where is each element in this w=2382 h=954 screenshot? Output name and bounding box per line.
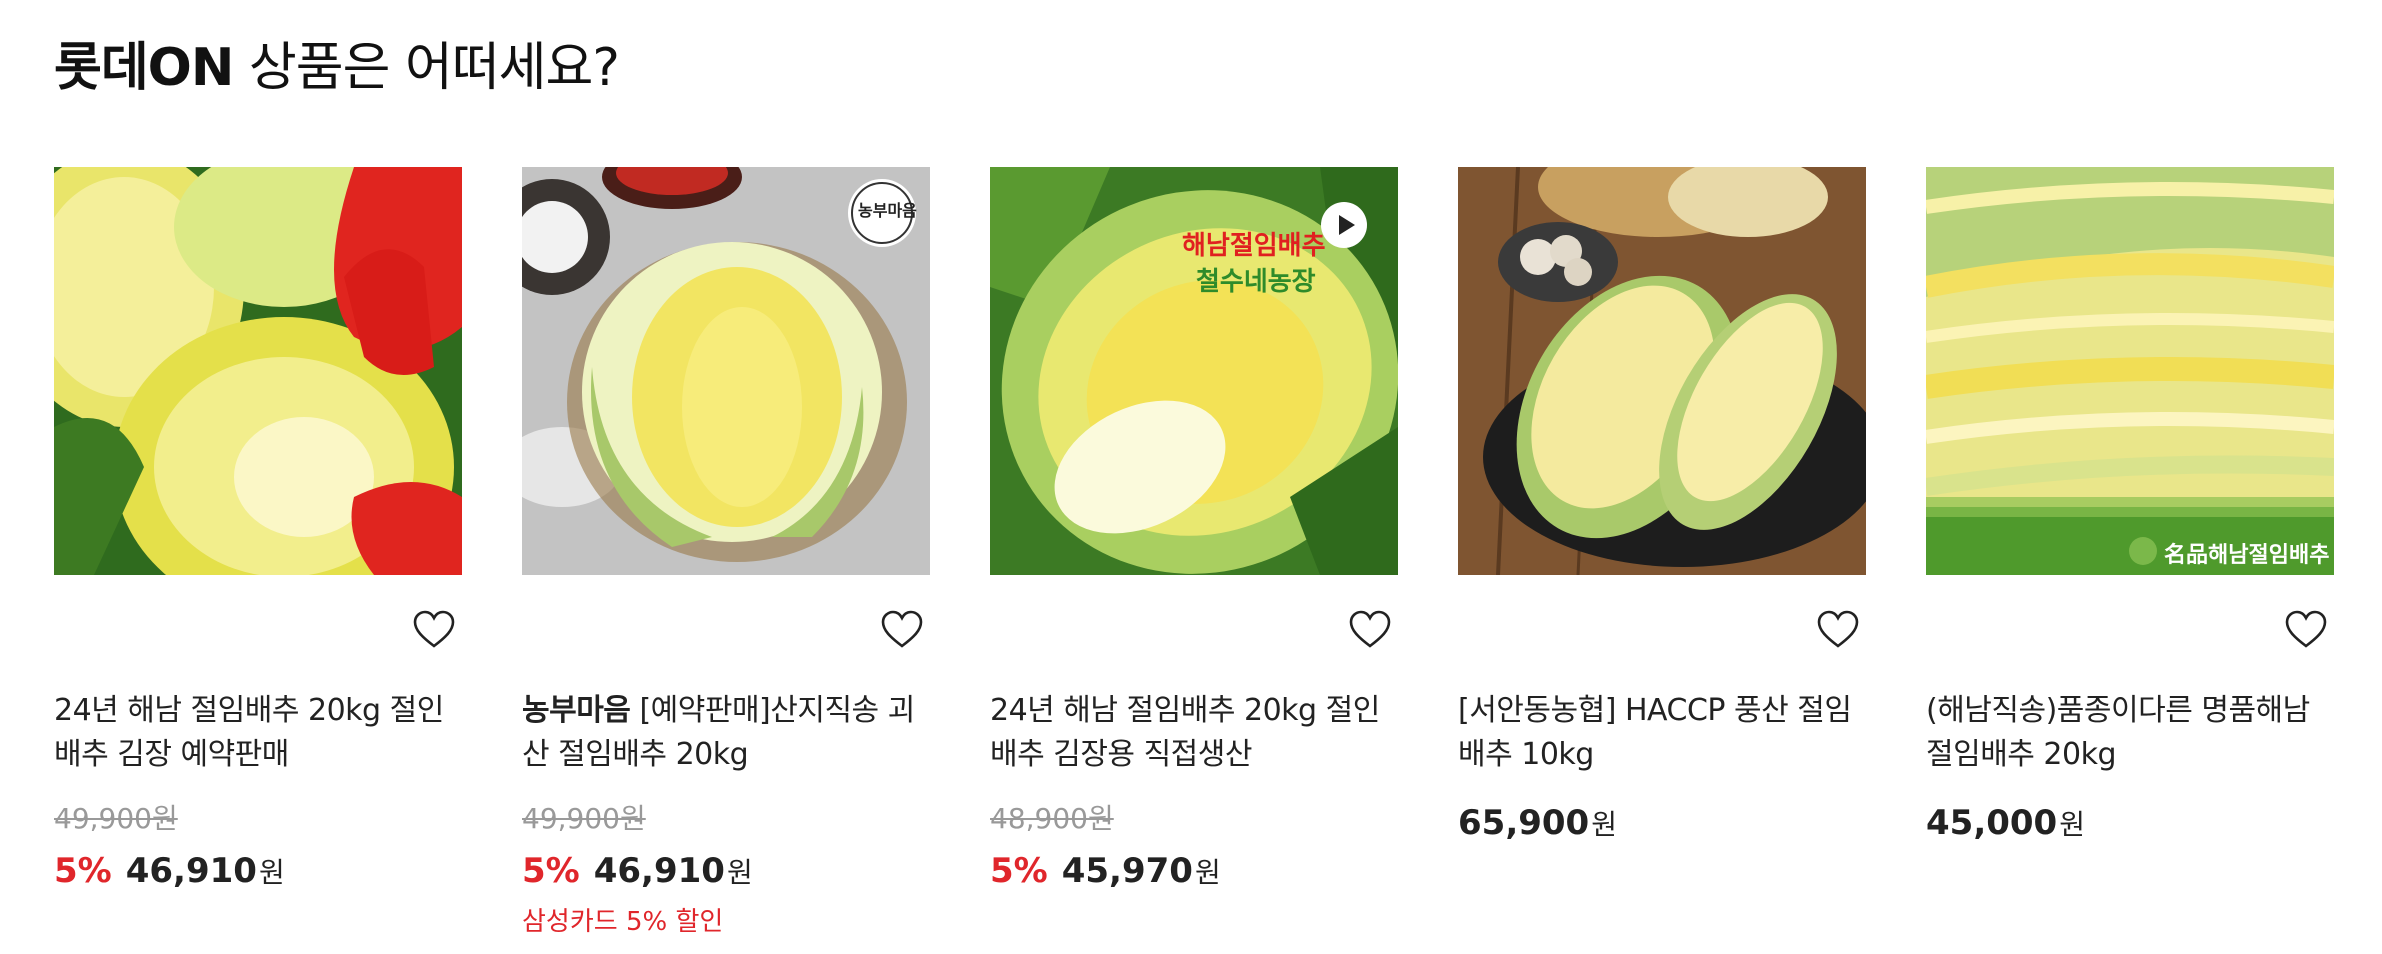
product-image[interactable]: 농부마음 (522, 167, 930, 575)
price-row: 45,000원 (1926, 801, 2334, 847)
product-brand: 농부마음 (522, 693, 631, 728)
original-price-value: 48,900 (990, 802, 1088, 835)
sale-price-value: 46,910 (125, 851, 257, 891)
product-title-text: [서안동농협] HACCP 풍산 절임배추 10kg (1458, 693, 1852, 772)
product-title[interactable]: (해남직송)품종이다른 명품해남절임배추 20kg (1926, 689, 2334, 779)
sale-price-unit: 원 (258, 856, 285, 889)
wishlist-button[interactable] (1816, 607, 1860, 651)
price-row: 5% 46,910원 (54, 849, 462, 895)
wishlist-button[interactable] (412, 607, 456, 651)
section-title: 롯데ON 상품은 어떠세요? (54, 34, 620, 102)
sale-price: 45,970원 (1062, 849, 1221, 895)
product-title[interactable]: [서안동농협] HACCP 풍산 절임배추 10kg (1458, 689, 1866, 779)
sale-price-unit: 원 (1591, 808, 1617, 841)
wishlist-button[interactable] (880, 607, 924, 651)
discount-rate: 5% (990, 851, 1048, 891)
discount-rate: 5% (54, 851, 112, 891)
original-price-value: 49,900 (54, 802, 152, 835)
card-discount-benefit: 삼성카드 5% 할인 (522, 907, 724, 937)
sale-price: 45,000원 (1926, 801, 2085, 847)
product-card[interactable]: 24년 해남 절임배추 20kg 절인 배추 김장 예약판매 49,900원 5… (54, 167, 462, 939)
discount-rate: 5% (522, 851, 580, 891)
sale-price: 46,910원 (594, 849, 753, 895)
price-row: 65,900원 (1458, 801, 1866, 847)
product-title-text: 24년 해남 절임배추 20kg 절인 배추 김장 예약판매 (54, 693, 444, 772)
image-watermark-text: 名品해남절임배추 (2164, 543, 2330, 568)
original-price: 49,900원 (54, 801, 462, 837)
product-image[interactable]: 해남절임배추 철수네농장 (990, 167, 1398, 575)
image-brand-text-2: 철수네농장 (1196, 267, 1316, 297)
original-price-unit: 원 (151, 802, 178, 835)
product-list: 24년 해남 절임배추 20kg 절인 배추 김장 예약판매 49,900원 5… (54, 167, 2334, 939)
sale-price-value: 45,000 (1926, 803, 2058, 843)
heart-outline-icon (413, 610, 455, 648)
section-title-brand: 롯데ON (54, 38, 234, 98)
original-price-value: 49,900 (522, 802, 620, 835)
product-image[interactable]: 名品해남절임배추 (1926, 167, 2334, 575)
product-title[interactable]: 24년 해남 절임배추 20kg 절인 배추 김장용 직접생산 (990, 689, 1398, 779)
sale-price: 65,900원 (1458, 801, 1617, 847)
image-brand-text-1: 해남절임배추 (1182, 231, 1326, 261)
product-card[interactable]: 농부마음 농부마음 [예약판매]산지직송 괴산 절임배추 20kg 49,900… (522, 167, 930, 939)
original-price-unit: 원 (1087, 802, 1114, 835)
sale-price-value: 45,970 (1061, 851, 1193, 891)
product-card[interactable]: [서안동농협] HACCP 풍산 절임배추 10kg 65,900원 (1458, 167, 1866, 939)
price-row: 5% 45,970원 (990, 849, 1398, 895)
product-title-text: 24년 해남 절임배추 20kg 절인 배추 김장용 직접생산 (990, 693, 1380, 772)
product-image[interactable] (54, 167, 462, 575)
product-image[interactable] (1458, 167, 1866, 575)
original-price: 48,900원 (990, 801, 1398, 837)
sale-price: 46,910원 (126, 849, 285, 895)
original-price: 49,900원 (522, 801, 930, 837)
heart-outline-icon (881, 610, 923, 648)
sale-price-unit: 원 (2059, 808, 2085, 841)
play-icon[interactable] (1320, 201, 1368, 249)
product-title[interactable]: 농부마음 [예약판매]산지직송 괴산 절임배추 20kg (522, 689, 930, 779)
sale-price-value: 65,900 (1458, 803, 1590, 843)
heart-outline-icon (1349, 610, 1391, 648)
wishlist-button[interactable] (1348, 607, 1392, 651)
heart-outline-icon (1817, 610, 1859, 648)
product-title-text: (해남직송)품종이다른 명품해남절임배추 20kg (1926, 693, 2310, 772)
product-card[interactable]: 名品해남절임배추 (해남직송)품종이다른 명품해남절임배추 20kg 45,00… (1926, 167, 2334, 939)
image-badge-text: 농부마음 (858, 201, 917, 220)
sale-price-value: 46,910 (593, 851, 725, 891)
section-title-text: 상품은 어떠세요? (233, 38, 620, 98)
original-price-unit: 원 (619, 802, 646, 835)
sale-price-unit: 원 (1194, 856, 1221, 889)
sale-price-unit: 원 (726, 856, 753, 889)
price-row: 5% 46,910원 (522, 849, 930, 895)
product-card[interactable]: 해남절임배추 철수네농장 24년 해남 절임배추 20kg 절인 배추 김장용 … (990, 167, 1398, 939)
product-title[interactable]: 24년 해남 절임배추 20kg 절인 배추 김장 예약판매 (54, 689, 462, 779)
wishlist-button[interactable] (2284, 607, 2328, 651)
heart-outline-icon (2285, 610, 2327, 648)
